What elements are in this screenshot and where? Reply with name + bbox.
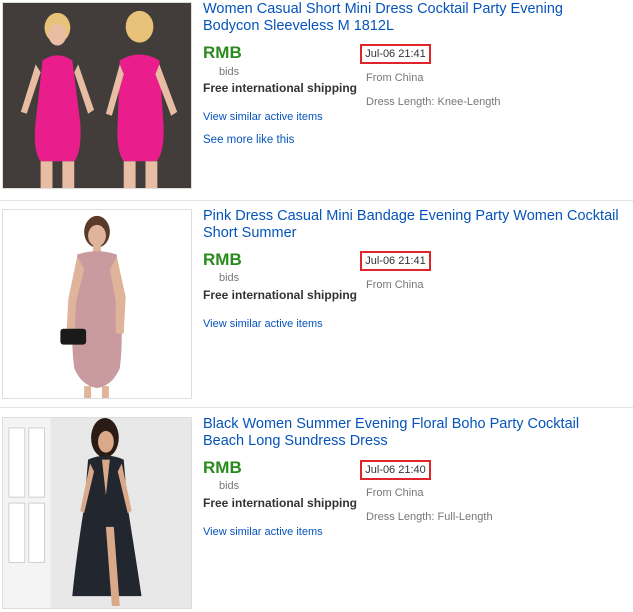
listing-3-image[interactable] [2,417,192,609]
listing-2-image[interactable] [2,209,192,399]
listing-1-see-more-link[interactable]: See more like this [203,134,294,146]
listing-1-price: RMB [203,43,242,62]
listing-3-end-time: Jul-06 21:40 [360,460,431,480]
listing-2-view-similar-link[interactable]: View similar active items [203,318,323,330]
listing-2-price: RMB [203,250,242,269]
listing-1-image[interactable] [2,2,192,189]
listing-3-shipping: Free international shipping [203,496,358,510]
listing-1-dress-length: Dress Length: Knee-Length [366,96,501,108]
listing-divider [0,407,633,408]
listing-1-bids: bids [219,66,240,78]
listing-2-end-time: Jul-06 21:41 [360,251,431,271]
listing-2-bids: bids [219,272,240,284]
listing-2-location: From China [366,279,424,291]
listing-1-view-similar-link[interactable]: View similar active items [203,111,323,123]
listing-3-dress-length: Dress Length: Full-Length [366,511,493,523]
listing-1-location: From China [366,72,424,84]
listing-divider [0,200,633,201]
listing-3-title[interactable]: Black Women Summer Evening Floral Boho P… [203,416,623,450]
listing-3-location: From China [366,487,424,499]
listing-1-title[interactable]: Women Casual Short Mini Dress Cocktail P… [203,1,623,35]
listing-1-shipping: Free international shipping [203,81,358,95]
listing-2-title[interactable]: Pink Dress Casual Mini Bandage Evening P… [203,208,623,242]
listing-3-bids: bids [219,480,240,492]
listing-3-price: RMB [203,458,242,477]
listing-1-end-time: Jul-06 21:41 [360,44,431,64]
listing-3-view-similar-link[interactable]: View similar active items [203,526,323,538]
listing-2-shipping: Free international shipping [203,288,358,302]
